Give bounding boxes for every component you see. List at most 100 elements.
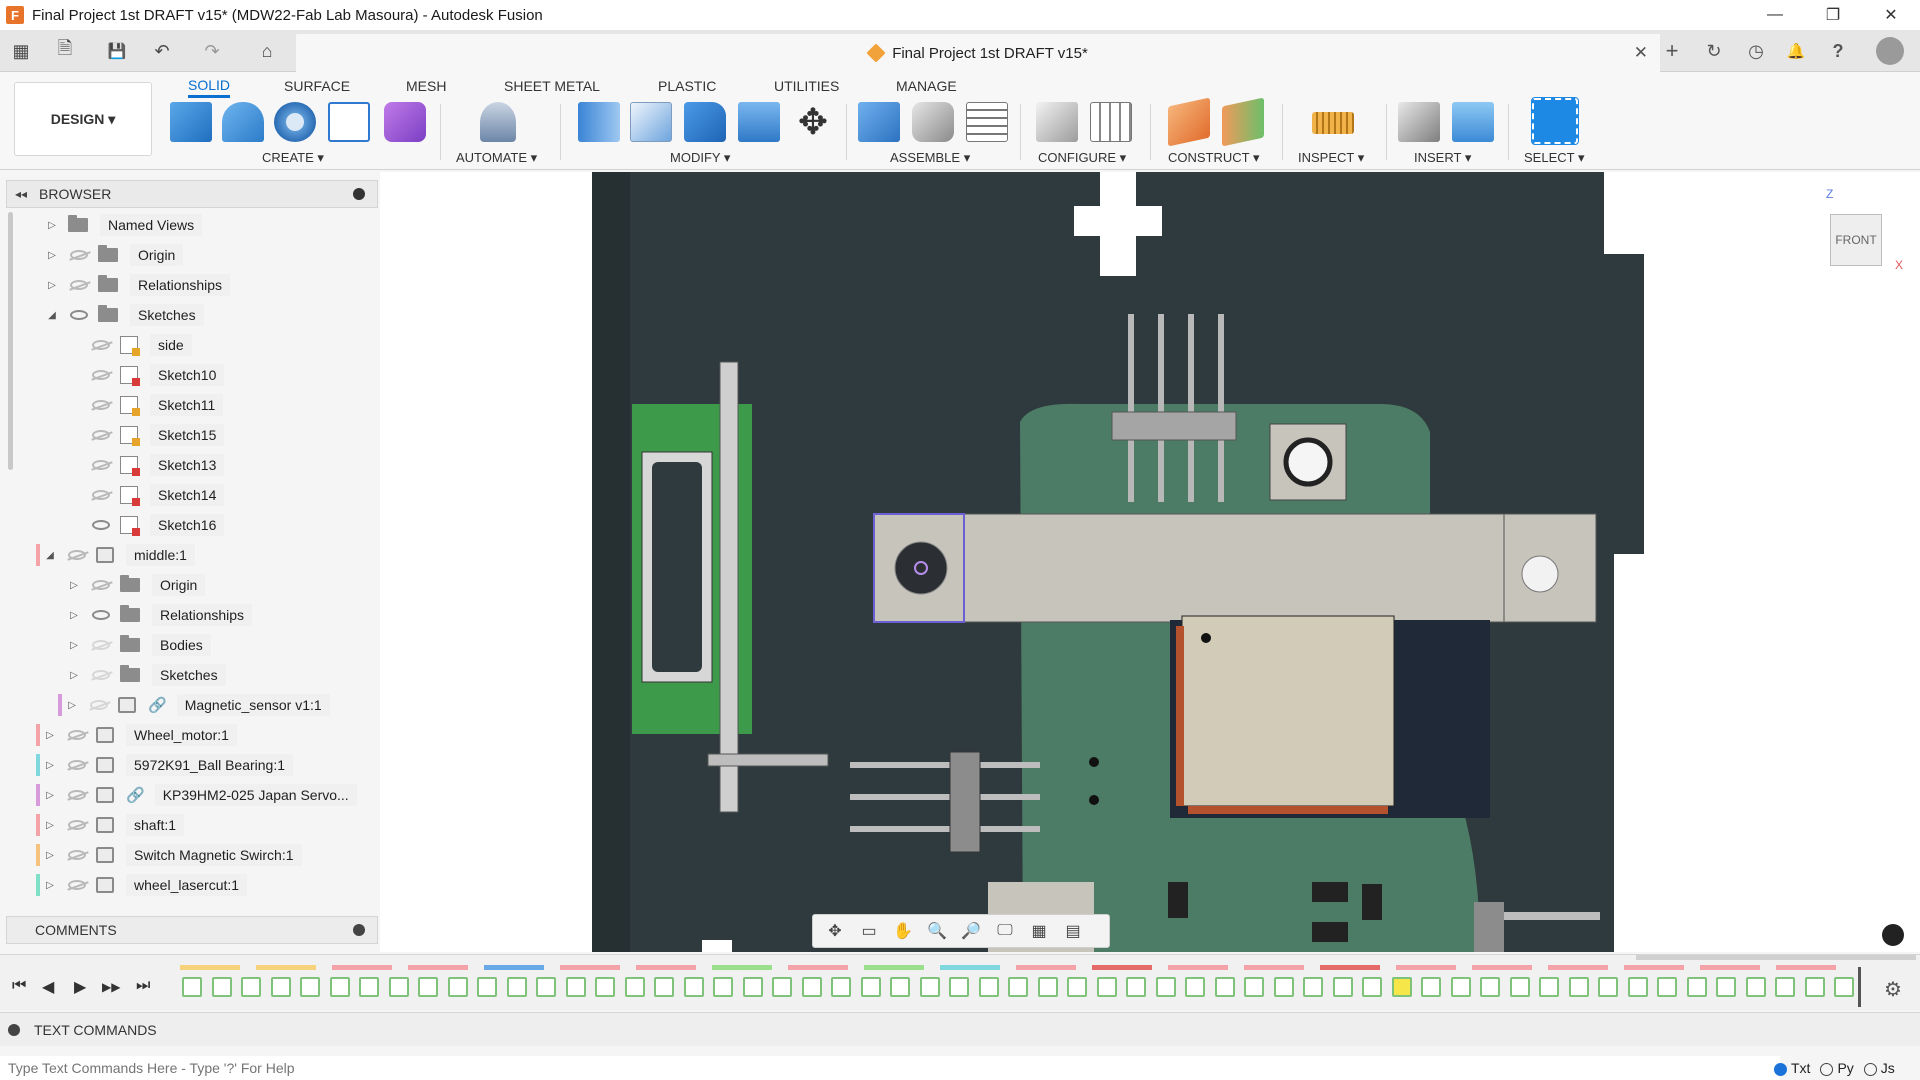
timeline-feature-icon[interactable] <box>1391 977 1412 997</box>
model-view[interactable] <box>380 172 1920 952</box>
joint-icon[interactable] <box>912 102 954 142</box>
browser-row[interactable]: ▷ shaft:1 <box>36 812 185 838</box>
timeline-feature-icon[interactable] <box>624 977 645 997</box>
timeline-feature-icon[interactable] <box>919 977 940 997</box>
expand-toggle-icon[interactable]: ▷ <box>46 220 58 231</box>
app-grid-icon[interactable]: ▦ <box>10 39 32 63</box>
tab-mesh[interactable]: MESH <box>406 74 446 98</box>
mode-js[interactable]: Js <box>1863 1060 1895 1076</box>
inspect-menu[interactable]: INSPECT ▾ <box>1298 150 1364 166</box>
timeline-feature-icon[interactable] <box>477 977 497 997</box>
pan-icon[interactable]: ✋ <box>891 921 915 941</box>
timeline-feature-icon[interactable] <box>890 977 910 997</box>
zoom-icon[interactable]: 🔍 <box>925 921 949 941</box>
help-icon[interactable]: ? <box>1826 36 1850 66</box>
timeline-feature-icon[interactable] <box>1804 977 1825 997</box>
notifications-icon[interactable]: 🔔 <box>1784 36 1808 66</box>
expand-toggle-icon[interactable]: ◢ <box>46 310 58 321</box>
tab-surface[interactable]: SURFACE <box>284 74 350 98</box>
move-copy-icon[interactable]: ✥ <box>792 101 834 142</box>
timeline-feature-icon[interactable] <box>565 977 586 997</box>
browser-row[interactable]: ▷ Bodies <box>68 632 211 658</box>
timeline-feature-icon[interactable] <box>1126 977 1146 997</box>
press-pull-icon[interactable] <box>578 102 620 142</box>
timeline-feature-icon[interactable] <box>713 977 733 997</box>
mode-py[interactable]: Py <box>1820 1060 1854 1076</box>
browser-row[interactable]: ▷ 🔗 Magnetic_sensor v1:1 <box>58 692 330 718</box>
browser-scrollbar[interactable] <box>8 212 13 470</box>
timeline-feature-icon[interactable] <box>1185 977 1205 997</box>
expand-toggle-icon[interactable]: ▷ <box>44 820 56 831</box>
workspace-switcher-button[interactable]: DESIGN ▾ <box>14 82 152 156</box>
timeline-feature-icon[interactable] <box>182 977 202 997</box>
visibility-eye-icon[interactable] <box>68 278 90 292</box>
timeline-play-button[interactable]: ▶ <box>74 977 86 997</box>
insert-canvas-icon[interactable] <box>1452 102 1494 142</box>
visibility-eye-icon[interactable] <box>90 338 112 352</box>
expand-toggle-icon[interactable]: ▷ <box>66 700 78 711</box>
expand-toggle-icon[interactable]: ▷ <box>68 610 80 621</box>
timeline-previous-button[interactable]: ◀ <box>42 977 54 997</box>
timeline-scrollbar[interactable] <box>1636 955 1916 960</box>
browser-row[interactable]: ▷ Wheel_motor:1 <box>36 722 237 748</box>
orbit-icon[interactable]: ✥ <box>823 921 847 941</box>
timeline-feature-icon[interactable] <box>1421 977 1441 997</box>
automate-icon[interactable] <box>480 102 516 142</box>
modify-menu[interactable]: MODIFY ▾ <box>670 150 730 166</box>
timeline-feature-icon[interactable] <box>1775 977 1795 997</box>
extensions-icon[interactable]: ↻ <box>1702 36 1726 66</box>
browser-row[interactable]: ▷ Origin <box>68 572 206 598</box>
timeline-feature-icon[interactable] <box>801 977 822 997</box>
save-icon[interactable]: 💾 <box>106 39 128 63</box>
display-settings-icon[interactable]: 🖵 <box>993 921 1017 941</box>
new-component-icon[interactable] <box>170 102 212 142</box>
timeline-marker[interactable] <box>1858 967 1861 1007</box>
timeline-last-button[interactable]: ⏭ <box>136 977 150 995</box>
automate-menu[interactable]: AUTOMATE ▾ <box>456 150 537 166</box>
expand-toggle-icon[interactable]: ▷ <box>68 640 80 651</box>
browser-row[interactable]: ▷ 🔗 KP39HM2-025 Japan Servo... <box>36 782 357 808</box>
visibility-eye-icon[interactable] <box>90 608 112 622</box>
timeline-feature-icon[interactable] <box>1716 977 1736 997</box>
browser-row[interactable]: side <box>68 332 192 358</box>
visibility-eye-icon[interactable] <box>90 398 112 412</box>
timeline-feature-icon[interactable] <box>654 977 674 997</box>
undo-icon[interactable]: ↶ <box>146 39 178 63</box>
create-menu[interactable]: CREATE ▾ <box>262 150 324 166</box>
timeline-feature-icon[interactable] <box>241 977 261 997</box>
user-avatar[interactable] <box>1874 36 1906 66</box>
timeline-feature-icon[interactable] <box>1037 977 1058 997</box>
mode-txt[interactable]: Txt <box>1774 1060 1810 1076</box>
timeline-feature-icon[interactable] <box>1686 977 1707 997</box>
timeline-feature-icon[interactable] <box>1480 977 1500 997</box>
visibility-eye-icon[interactable] <box>90 518 112 532</box>
browser-row[interactable]: ▷ 5972K91_Ball Bearing:1 <box>36 752 294 778</box>
timeline-feature-icon[interactable] <box>1450 977 1471 997</box>
visibility-eye-icon[interactable] <box>90 488 112 502</box>
restore-button[interactable]: ❐ <box>1804 0 1862 30</box>
expand-toggle-icon[interactable]: ▷ <box>44 760 56 771</box>
timeline-feature-icon[interactable] <box>1244 977 1264 997</box>
timeline-feature-icon[interactable] <box>1598 977 1618 997</box>
timeline-feature-icon[interactable] <box>1834 977 1854 997</box>
redo-icon[interactable]: ↷ <box>196 39 228 63</box>
viewcube-front-face[interactable]: FRONT <box>1830 214 1882 266</box>
visibility-eye-icon[interactable] <box>66 818 88 832</box>
home-icon[interactable]: ⌂ <box>252 39 282 63</box>
visibility-eye-icon[interactable] <box>66 788 88 802</box>
timeline-feature-icon[interactable] <box>1745 977 1766 997</box>
browser-row[interactable]: ▷ Named Views <box>46 212 203 238</box>
timeline-feature-icon[interactable] <box>831 977 851 997</box>
timeline-feature-icon[interactable] <box>949 977 969 997</box>
insert-menu[interactable]: INSERT ▾ <box>1414 150 1471 166</box>
visibility-eye-icon[interactable] <box>66 758 88 772</box>
browser-row[interactable]: ▷ Origin <box>46 242 184 268</box>
visibility-eye-icon[interactable] <box>90 458 112 472</box>
visibility-eye-icon[interactable] <box>66 878 88 892</box>
visibility-eye-icon[interactable] <box>90 638 112 652</box>
tab-manage[interactable]: MANAGE <box>896 74 957 98</box>
timeline-feature-icon[interactable] <box>1362 977 1382 997</box>
timeline-feature-icon[interactable] <box>1627 977 1648 997</box>
browser-row[interactable]: Sketch10 <box>68 362 225 388</box>
browser-row[interactable]: Sketch15 <box>68 422 225 448</box>
